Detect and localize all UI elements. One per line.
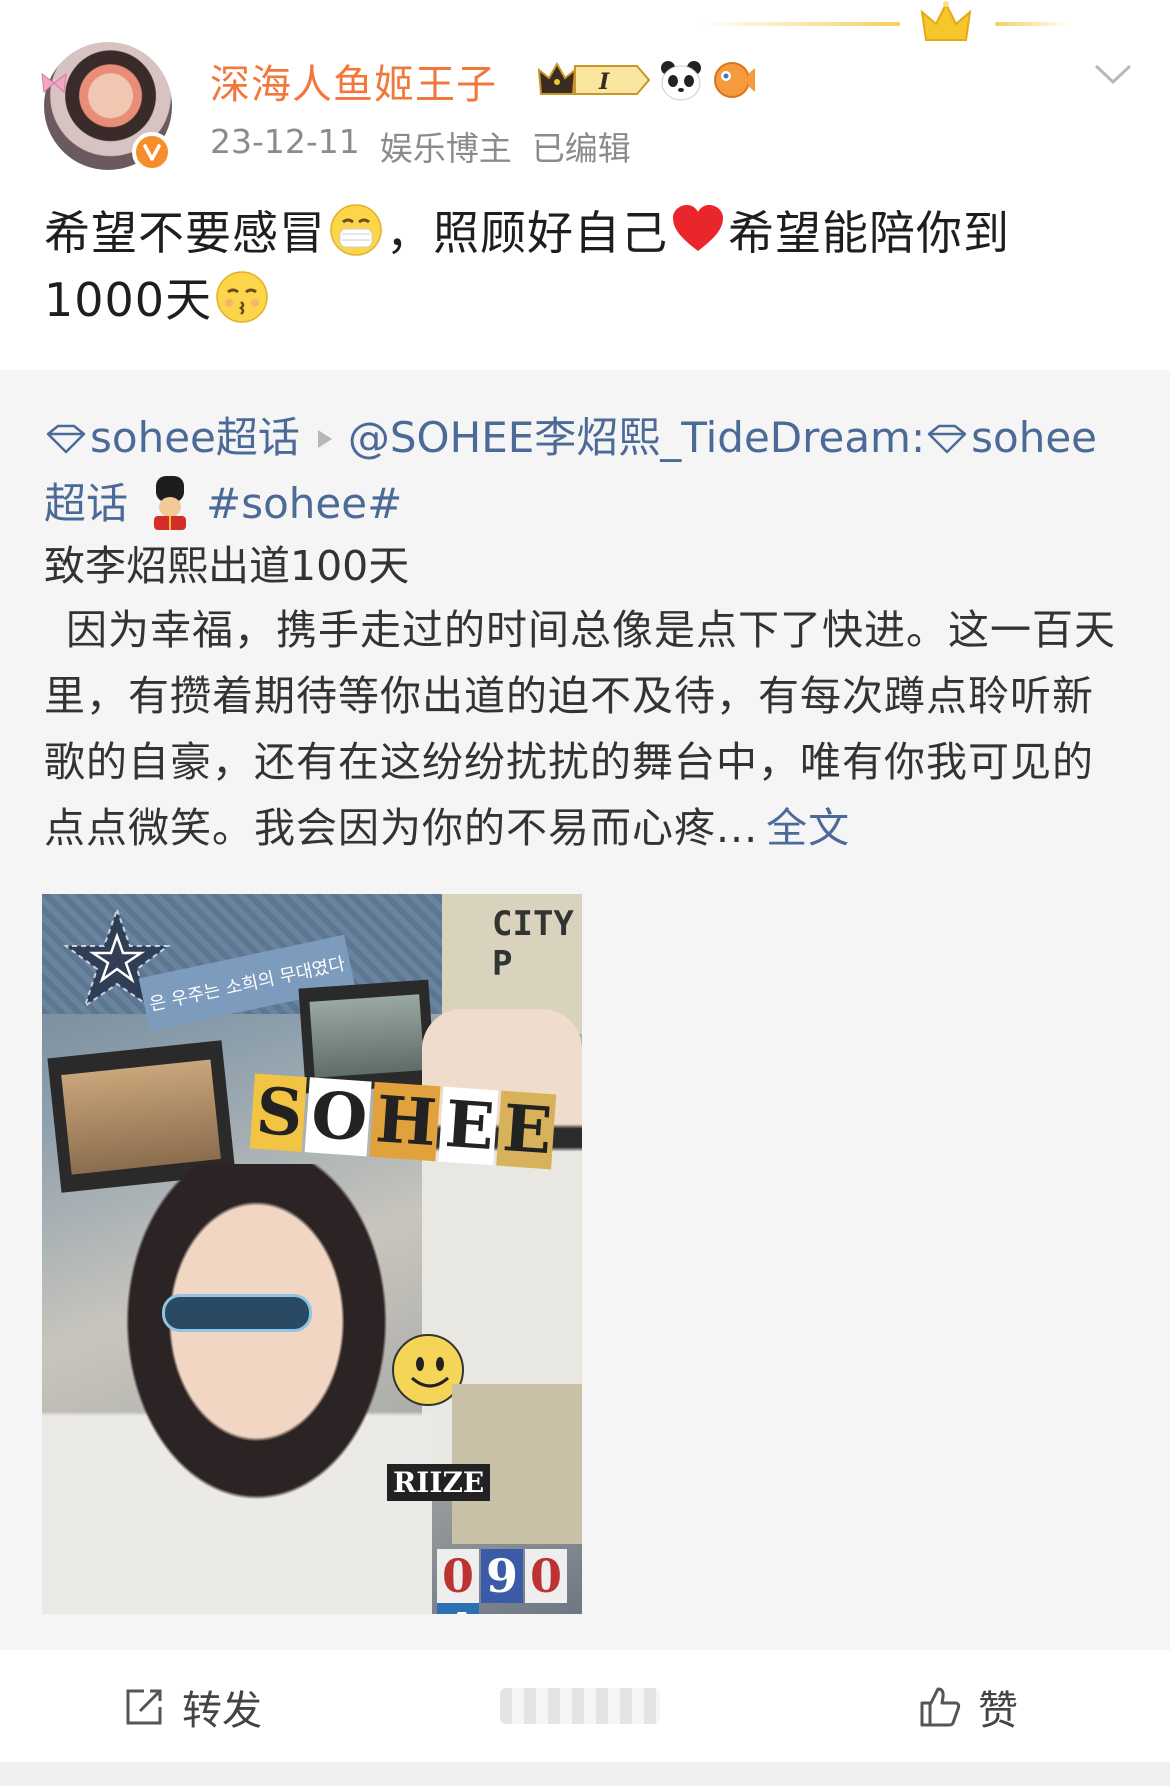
post-text-segment: 希望能陪你到 <box>728 206 1010 260</box>
letter: E <box>496 1090 557 1170</box>
letter: O <box>304 1077 372 1157</box>
vip-crown-icon: I <box>537 61 651 95</box>
post-image[interactable]: 은 우주는 소희의 무대였다 CITY P SOHEE RIIZE 0904 <box>42 894 582 1614</box>
panda-icon <box>661 61 701 101</box>
repost-button[interactable]: 转发 <box>122 1678 262 1736</box>
post-text-segment: 希望不要感冒 <box>44 206 326 260</box>
vip-badge[interactable]: I <box>537 60 652 100</box>
diamond-icon <box>46 424 86 454</box>
chevron-down-icon[interactable] <box>1093 60 1133 88</box>
blurred-watermark <box>500 1688 660 1724</box>
play-arrow-icon <box>317 430 332 448</box>
repost-card[interactable]: sohee超话 @SOHEE李炤熙_TideDream: sohee超话 #so… <box>0 370 1170 1650</box>
diamond-icon <box>927 424 967 454</box>
verified-badge <box>132 132 172 172</box>
sunglasses <box>162 1294 312 1332</box>
repost-body-text: 因为幸福，携手走过的时间总像是点下了快进。这一百天里，有攒着期待等你出道的迫不及… <box>44 606 1116 852</box>
post-text-segment: 1000天 <box>44 273 213 327</box>
badge-row: I <box>537 58 756 102</box>
repost-title: 致李炤熙出道100天 <box>44 542 410 590</box>
red-heart-emoji <box>673 205 723 251</box>
avatar[interactable] <box>40 32 178 172</box>
post-text-segment: ，照顾好自己 <box>386 206 668 260</box>
decoration-line <box>995 22 1070 26</box>
letter: S <box>249 1073 308 1152</box>
letter: H <box>369 1081 441 1162</box>
like-button[interactable]: 赞 <box>918 1678 1018 1736</box>
hashtag-link[interactable]: #sohee# <box>206 479 402 528</box>
riize-label: RIIZE <box>387 1464 491 1501</box>
digit: 4 <box>437 1603 480 1614</box>
action-bar: 转发 赞 <box>0 1650 1170 1762</box>
crown-icon <box>920 1 972 41</box>
kiss-emoji <box>216 271 268 323</box>
decoration-line <box>700 22 900 26</box>
post-meta: 23-12-11 娱乐博主 已编辑 <box>210 122 631 170</box>
post-date: 23-12-11 <box>210 122 360 161</box>
letter: E <box>438 1086 499 1166</box>
username[interactable]: 深海人鱼姬王子 <box>210 52 497 110</box>
film-frame <box>298 979 436 1094</box>
portrait-photo <box>42 1164 432 1614</box>
post-header: 深海人鱼姬王子 I 23-12-11 娱乐博主 已编辑 希望不要感冒 ，照顾好自… <box>0 0 1170 370</box>
bottom-strip <box>0 1762 1170 1786</box>
repost-body: 因为幸福，携手走过的时间总像是点下了快进。这一百天里，有攒着期待等你出道的迫不及… <box>44 597 1134 861</box>
city-text: CITY P <box>492 904 574 984</box>
post-text: 希望不要感冒 ，照顾好自己 希望能陪你到 1000天 <box>44 200 1134 334</box>
repost-header: sohee超话 @SOHEE李炤熙_TideDream: sohee超话 #so… <box>44 405 1134 537</box>
digit: 0 <box>437 1549 480 1603</box>
vip-level: I <box>598 69 610 95</box>
thumbs-up-icon <box>920 1687 961 1727</box>
mask-emoji <box>330 204 382 256</box>
post-category: 娱乐博主 <box>379 129 512 168</box>
supertopic-link[interactable]: sohee超话 <box>90 413 300 462</box>
bow-icon <box>41 72 67 94</box>
edited-label: 已编辑 <box>531 129 631 168</box>
full-text-link[interactable]: 全文 <box>766 804 850 852</box>
repost-label: 转发 <box>182 1688 262 1734</box>
number-stickers: 0904 <box>437 1549 582 1614</box>
guard-emoji <box>154 476 187 530</box>
share-icon <box>126 1689 162 1725</box>
mention-link[interactable]: @SOHEE李炤熙_TideDream: <box>348 413 925 462</box>
pufferfish-icon <box>714 62 755 98</box>
digit: 0 <box>525 1549 568 1603</box>
like-label: 赞 <box>978 1688 1018 1734</box>
verified-v-icon <box>143 144 161 161</box>
digit: 9 <box>481 1549 524 1603</box>
